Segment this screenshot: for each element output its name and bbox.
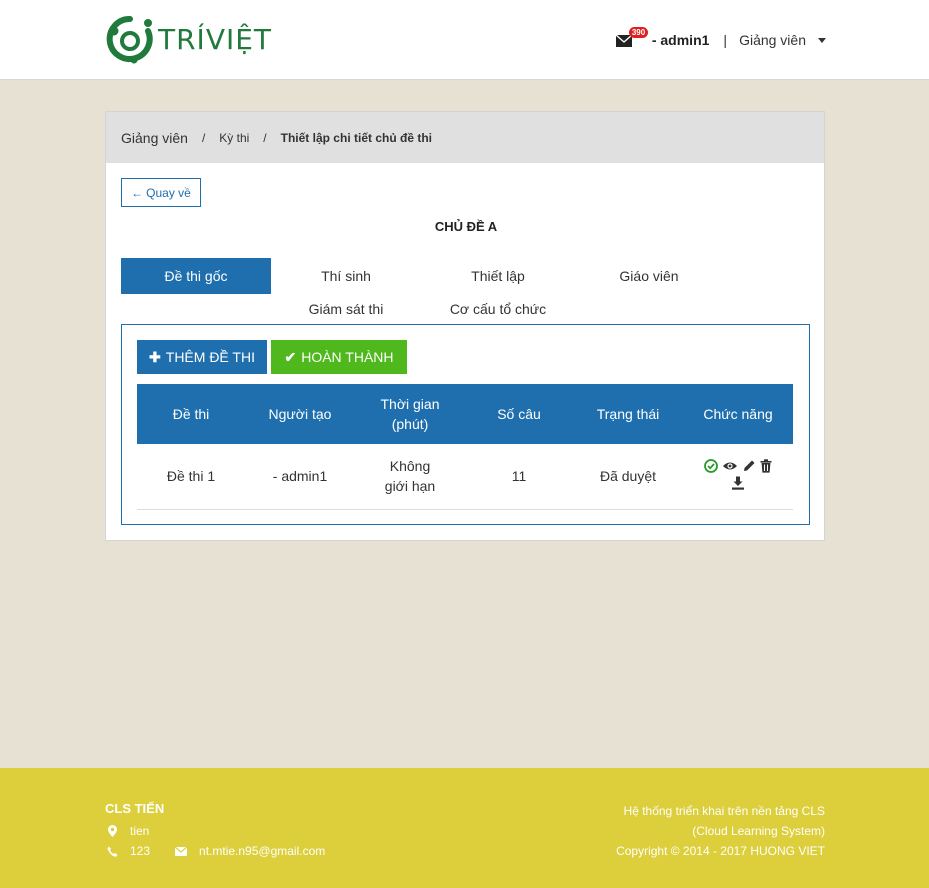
logo-icon <box>106 15 153 64</box>
back-button-label: Quay về <box>146 185 191 200</box>
envelope-icon <box>174 846 188 856</box>
table-header-row: Đề thi Người tạo Thời gian (phút) Số câu… <box>137 384 793 444</box>
eye-icon[interactable] <box>722 459 738 473</box>
top-header: TRÍVIỆT 390 - admin1 | Giảng viên <box>0 0 929 80</box>
tab-organization[interactable]: Cơ cấu tổ chức <box>423 291 573 327</box>
username[interactable]: - admin1 <box>652 32 710 48</box>
footer: CLS TIẾN tien 123 nt.mtie.n95@gmail.com … <box>0 768 929 888</box>
logo[interactable]: TRÍVIỆT <box>104 12 272 66</box>
footer-brand: CLS TIẾN <box>105 801 165 816</box>
header-user-area: 390 - admin1 | Giảng viên <box>615 27 826 50</box>
map-marker-icon <box>105 825 119 837</box>
footer-copyright: Copyright © 2014 - 2017 HUONG VIET <box>616 844 825 858</box>
col-status: Trạng thái <box>596 406 660 422</box>
cell-actions <box>683 444 793 509</box>
arrow-left-icon: ← <box>131 185 144 200</box>
col-duration: Thời gian (phút) <box>380 396 440 432</box>
table-row: Đề thi 1 - admin1 Không giới hạn 11 Đã d… <box>137 444 793 509</box>
footer-phone-row: 123 nt.mtie.n95@gmail.com <box>105 841 325 861</box>
exam-list-container: ✚ THÊM ĐỀ THI ✔ HOÀN THÀNH Đề thi Người … <box>121 324 810 525</box>
breadcrumb-item-lecturer[interactable]: Giảng viên <box>121 130 188 146</box>
exam-table: Đề thi Người tạo Thời gian (phút) Số câu… <box>137 384 793 510</box>
footer-info: Hệ thống triển khai trên nền tảng CLS (C… <box>616 801 825 861</box>
add-exam-button[interactable]: ✚ THÊM ĐỀ THI <box>137 340 267 374</box>
col-actions: Chức năng <box>703 406 773 422</box>
tab-candidates[interactable]: Thí sinh <box>271 258 421 294</box>
breadcrumb-separator: / <box>263 130 267 145</box>
logo-text: TRÍVIỆT <box>158 22 273 56</box>
trash-icon[interactable] <box>760 459 772 473</box>
footer-contact: CLS TIẾN tien 123 nt.mtie.n95@gmail.com <box>105 801 325 861</box>
cell-exam-name: Đề thi 1 <box>166 468 216 485</box>
footer-system-line: (Cloud Learning System) <box>692 824 825 838</box>
breadcrumb-separator: / <box>201 130 206 145</box>
tab-original-exam[interactable]: Đề thi gốc <box>121 258 271 294</box>
cell-question-count: 11 <box>511 468 527 485</box>
approve-icon[interactable] <box>704 459 718 474</box>
tab-teachers[interactable]: Giáo viên <box>574 258 724 294</box>
complete-button[interactable]: ✔ HOÀN THÀNH <box>271 340 407 374</box>
role-dropdown[interactable]: Giảng viên <box>739 32 806 48</box>
header-separator: | <box>723 32 728 48</box>
breadcrumb-item-exam[interactable]: Kỳ thi <box>219 131 249 145</box>
caret-down-icon[interactable] <box>818 37 826 43</box>
add-exam-label: THÊM ĐỀ THI <box>165 349 255 365</box>
complete-label: HOÀN THÀNH <box>301 349 394 365</box>
cell-creator: - admin1 <box>272 468 328 485</box>
col-exam: Đề thi <box>172 406 210 422</box>
tab-settings[interactable]: Thiết lập <box>423 258 573 294</box>
back-button[interactable]: ← Quay về <box>121 178 201 207</box>
main-panel: Giảng viên / Kỳ thi / Thiết lập chi tiết… <box>105 111 825 541</box>
footer-platform-line: Hệ thống triển khai trên nền tảng CLS <box>623 804 825 818</box>
pencil-icon[interactable] <box>742 459 756 473</box>
breadcrumb-item-current: Thiết lập chi tiết chủ đề thi <box>280 130 432 145</box>
col-questions: Số câu <box>497 406 541 422</box>
col-creator: Người tạo <box>268 406 332 422</box>
cell-duration: Không giới hạn <box>384 458 436 495</box>
phone-icon <box>105 846 119 857</box>
footer-email[interactable]: nt.mtie.n95@gmail.com <box>199 844 325 858</box>
row-actions <box>698 459 778 490</box>
footer-address: tien <box>130 824 150 838</box>
cell-status: Đã duyệt <box>599 468 657 485</box>
mail-count-badge: 390 <box>628 27 649 38</box>
footer-address-row: tien <box>105 821 325 841</box>
breadcrumb: Giảng viên / Kỳ thi / Thiết lập chi tiết… <box>106 112 824 163</box>
page-title: CHỦ ĐỀ A <box>434 219 498 234</box>
check-icon: ✔ <box>284 348 297 365</box>
tab-proctoring[interactable]: Giám sát thi <box>271 291 421 327</box>
plus-icon: ✚ <box>149 348 161 365</box>
download-icon[interactable] <box>731 476 745 490</box>
mail-icon[interactable]: 390 <box>615 27 649 47</box>
footer-phone: 123 <box>130 844 151 858</box>
